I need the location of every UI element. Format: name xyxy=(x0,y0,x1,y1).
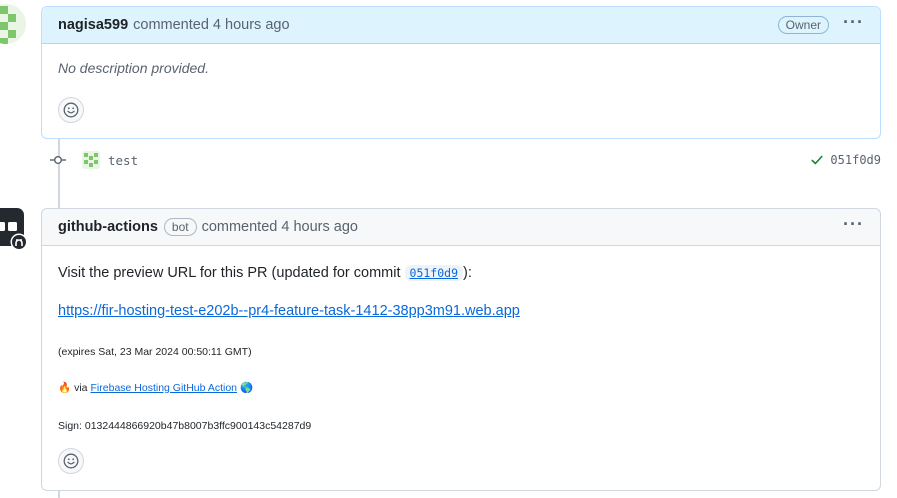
smiley-icon xyxy=(63,102,79,118)
comment-timestamp[interactable]: commented 4 hours ago xyxy=(202,219,358,235)
preview-text: Visit the preview URL for this PR (updat… xyxy=(58,265,472,281)
globe-icon: 🌎 xyxy=(240,382,254,394)
comment-timestamp[interactable]: commented 4 hours ago xyxy=(133,17,289,33)
commit-message[interactable]: test xyxy=(108,153,138,168)
fire-icon: 🔥 xyxy=(58,382,72,394)
sign-text: Sign: 0132444866920b47b8007b3ffc900143c5… xyxy=(58,420,312,432)
commit-row: test 051f0d9 xyxy=(50,150,881,170)
owner-badge: Owner xyxy=(777,16,830,34)
preview-url-link[interactable]: https://fir-hosting-test-e202b--pr4-feat… xyxy=(58,303,520,319)
kebab-horizontal-icon[interactable]: ··· xyxy=(843,215,864,235)
via-line: 🔥 via Firebase Hosting GitHub Action 🌎 xyxy=(58,381,254,395)
smiley-icon xyxy=(63,453,79,469)
bot-badge: bot xyxy=(163,218,197,236)
avatar-github-actions[interactable] xyxy=(0,208,28,254)
git-commit-icon xyxy=(50,152,66,168)
check-icon xyxy=(811,155,824,165)
commit-sha[interactable]: 051f0d9 xyxy=(830,153,881,167)
preview-text-suffix: ): xyxy=(463,265,472,281)
via-text: via xyxy=(74,381,88,394)
add-reaction-button[interactable] xyxy=(58,97,84,123)
comment-bot: github-actions bot commented 4 hours ago… xyxy=(41,208,881,491)
expires-text: (expires Sat, 23 Mar 2024 00:50:11 GMT) xyxy=(58,346,252,358)
commit-sha-link[interactable]: 051f0d9 xyxy=(404,265,463,281)
commit-author-avatar[interactable] xyxy=(82,151,100,169)
comment-body: No description provided. xyxy=(58,60,209,76)
firebase-action-link[interactable]: Firebase Hosting GitHub Action xyxy=(91,382,238,394)
comment-author[interactable]: nagisa599 xyxy=(58,17,128,33)
add-reaction-button[interactable] xyxy=(58,448,84,474)
comment-header: nagisa599 commented 4 hours ago Owner ··… xyxy=(42,7,880,44)
commit-status[interactable]: 051f0d9 xyxy=(810,153,881,167)
timeline-line xyxy=(58,138,60,208)
timeline-line xyxy=(58,490,60,498)
comment-author[interactable]: github-actions xyxy=(58,219,158,235)
kebab-horizontal-icon[interactable]: ··· xyxy=(843,13,864,33)
comment-owner: nagisa599 commented 4 hours ago Owner ··… xyxy=(41,6,881,139)
preview-text-prefix: Visit the preview URL for this PR (updat… xyxy=(58,265,401,281)
avatar-nagisa599[interactable] xyxy=(0,4,26,44)
comment-header: github-actions bot commented 4 hours ago… xyxy=(42,209,880,246)
